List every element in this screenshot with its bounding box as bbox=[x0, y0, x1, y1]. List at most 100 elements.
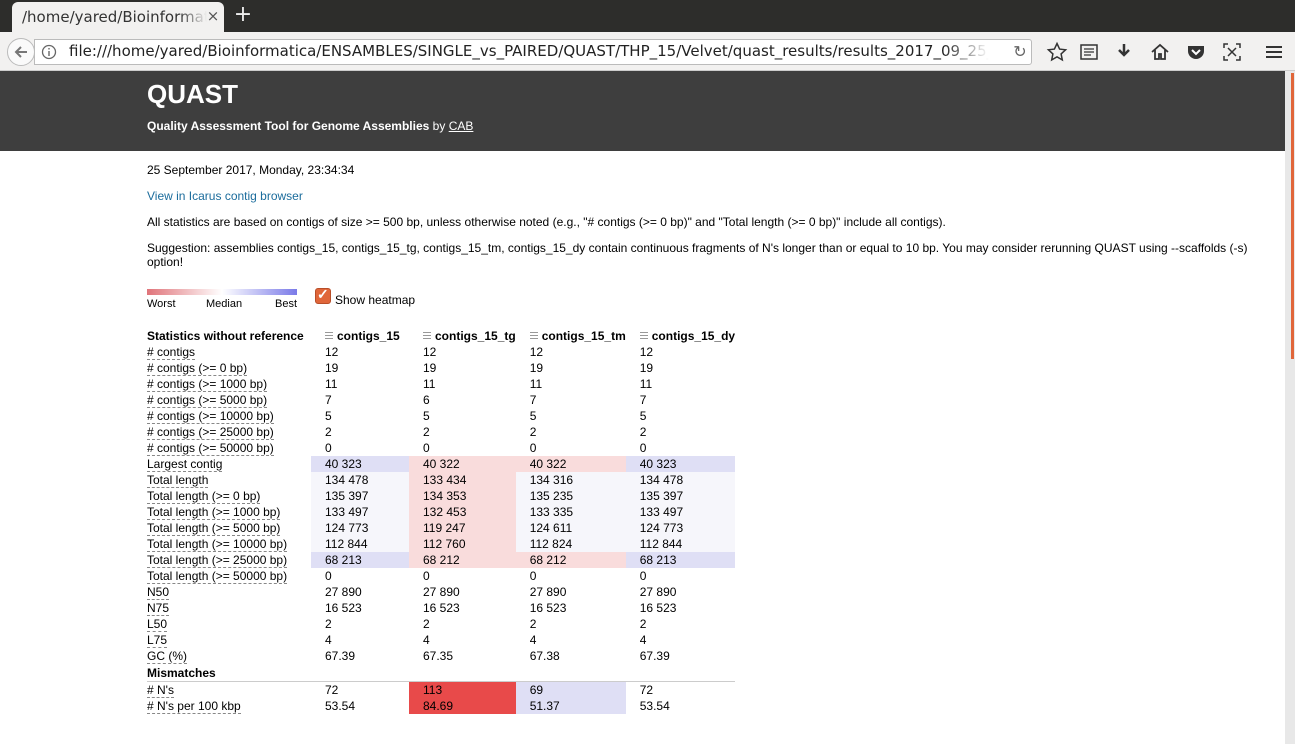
metric-name[interactable]: # contigs (>= 25000 bp) bbox=[147, 425, 274, 440]
table-row: Largest contig 40 323 40 322 40 322 40 323 bbox=[147, 456, 736, 472]
metric-name[interactable]: L75 bbox=[147, 633, 168, 648]
metric-name[interactable]: Total length (>= 0 bp) bbox=[147, 489, 261, 504]
cab-link[interactable]: CAB bbox=[449, 119, 474, 133]
heatmap-label[interactable]: Show heatmap bbox=[335, 293, 415, 307]
metric-name[interactable]: # contigs bbox=[147, 345, 196, 360]
drag-handle-icon[interactable] bbox=[529, 331, 538, 341]
value-cell: 2 bbox=[639, 617, 647, 631]
value-cell: 4 bbox=[639, 633, 647, 647]
value-cell: 6 bbox=[423, 393, 430, 407]
metric-cell: # contigs (>= 5000 bp) bbox=[147, 392, 311, 408]
value-cell: 68 212 bbox=[409, 552, 516, 568]
report-date: 25 September 2017, Monday, 23:34:34 bbox=[147, 163, 355, 177]
value-cell: 133 497 bbox=[625, 504, 736, 520]
metric-cell: L50 bbox=[147, 616, 311, 632]
value-cell: 2 bbox=[529, 617, 537, 631]
url-text[interactable]: file:///home/yared/Bioinformatica/ENSAMB… bbox=[69, 42, 989, 60]
metric-name[interactable]: # contigs (>= 5000 bp) bbox=[147, 393, 268, 408]
tab-title: /home/yared/Bioinformatica/ENSAMBLES bbox=[22, 8, 207, 26]
metric-name[interactable]: N75 bbox=[147, 601, 170, 616]
value-cell: 16 523 bbox=[529, 601, 567, 615]
metric-name[interactable]: Total length (>= 10000 bp) bbox=[147, 537, 288, 552]
tab-bar: /home/yared/Bioinformatica/ENSAMBLES × + bbox=[0, 0, 1295, 32]
table-row: Total length (>= 1000 bp) 133 497 132 453 1… bbox=[147, 504, 736, 520]
home-icon[interactable] bbox=[1149, 41, 1171, 63]
value-cell: 133 434 bbox=[409, 472, 516, 488]
pocket-icon[interactable] bbox=[1185, 41, 1207, 63]
screenshot-icon[interactable] bbox=[1221, 41, 1243, 63]
drag-handle-icon[interactable] bbox=[423, 331, 431, 341]
page-subtitle: Quality Assessment Tool for Genome Assem… bbox=[147, 119, 473, 133]
report-table: Statistics without reference contigs_15 … bbox=[147, 327, 736, 714]
subtitle-text: Quality Assessment Tool for Genome Assem… bbox=[147, 119, 430, 133]
header-contigs-15[interactable]: contigs_15 bbox=[311, 327, 409, 344]
metric-name[interactable]: # contigs (>= 1000 bp) bbox=[147, 377, 268, 392]
value-cell: 4 bbox=[529, 633, 537, 647]
metric-cell: Total length (>= 5000 bp) bbox=[147, 520, 311, 536]
menu-icon[interactable] bbox=[1263, 41, 1285, 63]
header-contigs-15-tm[interactable]: contigs_15_tm bbox=[516, 327, 626, 344]
value-cell: 112 844 bbox=[311, 536, 409, 552]
value-cell: 135 397 bbox=[625, 488, 736, 504]
metric-name[interactable]: # contigs (>= 0 bp) bbox=[147, 361, 248, 376]
value-cell: 0 bbox=[529, 441, 537, 455]
value-cell: 19 bbox=[529, 361, 544, 375]
value-cell: 2 bbox=[423, 617, 430, 631]
metric-name[interactable]: Total length (>= 5000 bp) bbox=[147, 521, 281, 536]
icarus-link[interactable]: View in Icarus contig browser bbox=[147, 189, 303, 203]
reload-icon[interactable]: ↻ bbox=[1011, 43, 1029, 61]
value-cell: 0 bbox=[639, 441, 647, 455]
info-icon[interactable] bbox=[41, 44, 57, 60]
metric-name[interactable]: # contigs (>= 50000 bp) bbox=[147, 441, 274, 456]
header-contigs-15-tg[interactable]: contigs_15_tg bbox=[409, 327, 516, 344]
value-cell: 112 824 bbox=[515, 536, 626, 552]
scrollbar-thumb[interactable] bbox=[1291, 73, 1294, 359]
value-cell: 134 478 bbox=[311, 472, 409, 488]
drag-handle-icon[interactable] bbox=[639, 331, 648, 341]
star-icon[interactable] bbox=[1046, 41, 1068, 63]
metric-cell: # contigs bbox=[147, 344, 311, 360]
back-button[interactable] bbox=[7, 38, 35, 66]
metric-cell: # contigs (>= 10000 bp) bbox=[147, 408, 311, 424]
metric-name[interactable]: N50 bbox=[147, 585, 170, 600]
value-cell: 12 bbox=[423, 345, 437, 359]
metric-cell: # contigs (>= 0 bp) bbox=[147, 360, 311, 376]
value-cell: 72 bbox=[325, 683, 339, 697]
table-row: # contigs (>= 0 bp) 19 19 19 19 bbox=[147, 360, 735, 376]
metric-name[interactable]: Total length (>= 1000 bp) bbox=[147, 505, 281, 520]
metric-cell: # N's bbox=[147, 682, 311, 698]
metric-name[interactable]: L50 bbox=[147, 617, 168, 632]
metric-name[interactable]: Largest contig bbox=[147, 457, 223, 472]
value-cell: 69 bbox=[515, 681, 626, 698]
value-cell: 119 247 bbox=[409, 520, 516, 536]
value-cell: 11 bbox=[529, 377, 543, 391]
heatmap-checkbox[interactable]: ✓ bbox=[315, 286, 331, 304]
metric-cell: # contigs (>= 50000 bp) bbox=[147, 440, 311, 456]
metric-name[interactable]: # N's per 100 kbp bbox=[147, 699, 241, 714]
back-arrow-icon bbox=[14, 46, 27, 58]
metric-name[interactable]: Total length bbox=[147, 473, 209, 488]
header-contigs-15-dy[interactable]: contigs_15_dy bbox=[626, 327, 735, 344]
value-cell: 7 bbox=[639, 393, 647, 407]
metric-name[interactable]: # contigs (>= 10000 bp) bbox=[147, 409, 274, 424]
value-cell: 68 213 bbox=[625, 552, 736, 568]
new-tab-icon[interactable]: + bbox=[232, 4, 254, 26]
metric-name[interactable]: # N's bbox=[147, 683, 174, 698]
value-cell: 0 bbox=[639, 569, 647, 583]
metric-name[interactable]: Total length (>= 25000 bp) bbox=[147, 553, 288, 568]
url-bar[interactable]: file:///home/yared/Bioinformatica/ENSAMB… bbox=[34, 39, 1032, 65]
reader-icon[interactable] bbox=[1078, 41, 1100, 63]
value-cell: 124 611 bbox=[515, 520, 626, 536]
download-icon[interactable] bbox=[1113, 41, 1135, 63]
table-row: # contigs (>= 5000 bp) 7 6 7 7 bbox=[147, 392, 735, 408]
value-cell: 53.54 bbox=[325, 699, 356, 713]
tab-close-icon[interactable]: × bbox=[205, 8, 221, 24]
value-cell: 134 316 bbox=[515, 472, 626, 488]
value-cell: 0 bbox=[325, 441, 332, 455]
drag-handle-icon[interactable] bbox=[325, 331, 333, 341]
metric-name[interactable]: GC (%) bbox=[147, 649, 187, 664]
value-cell: 16 523 bbox=[423, 601, 460, 615]
metric-name[interactable]: Total length (>= 50000 bp) bbox=[147, 569, 288, 584]
browser-tab[interactable]: /home/yared/Bioinformatica/ENSAMBLES × bbox=[12, 2, 224, 32]
value-cell: 134 353 bbox=[409, 488, 516, 504]
